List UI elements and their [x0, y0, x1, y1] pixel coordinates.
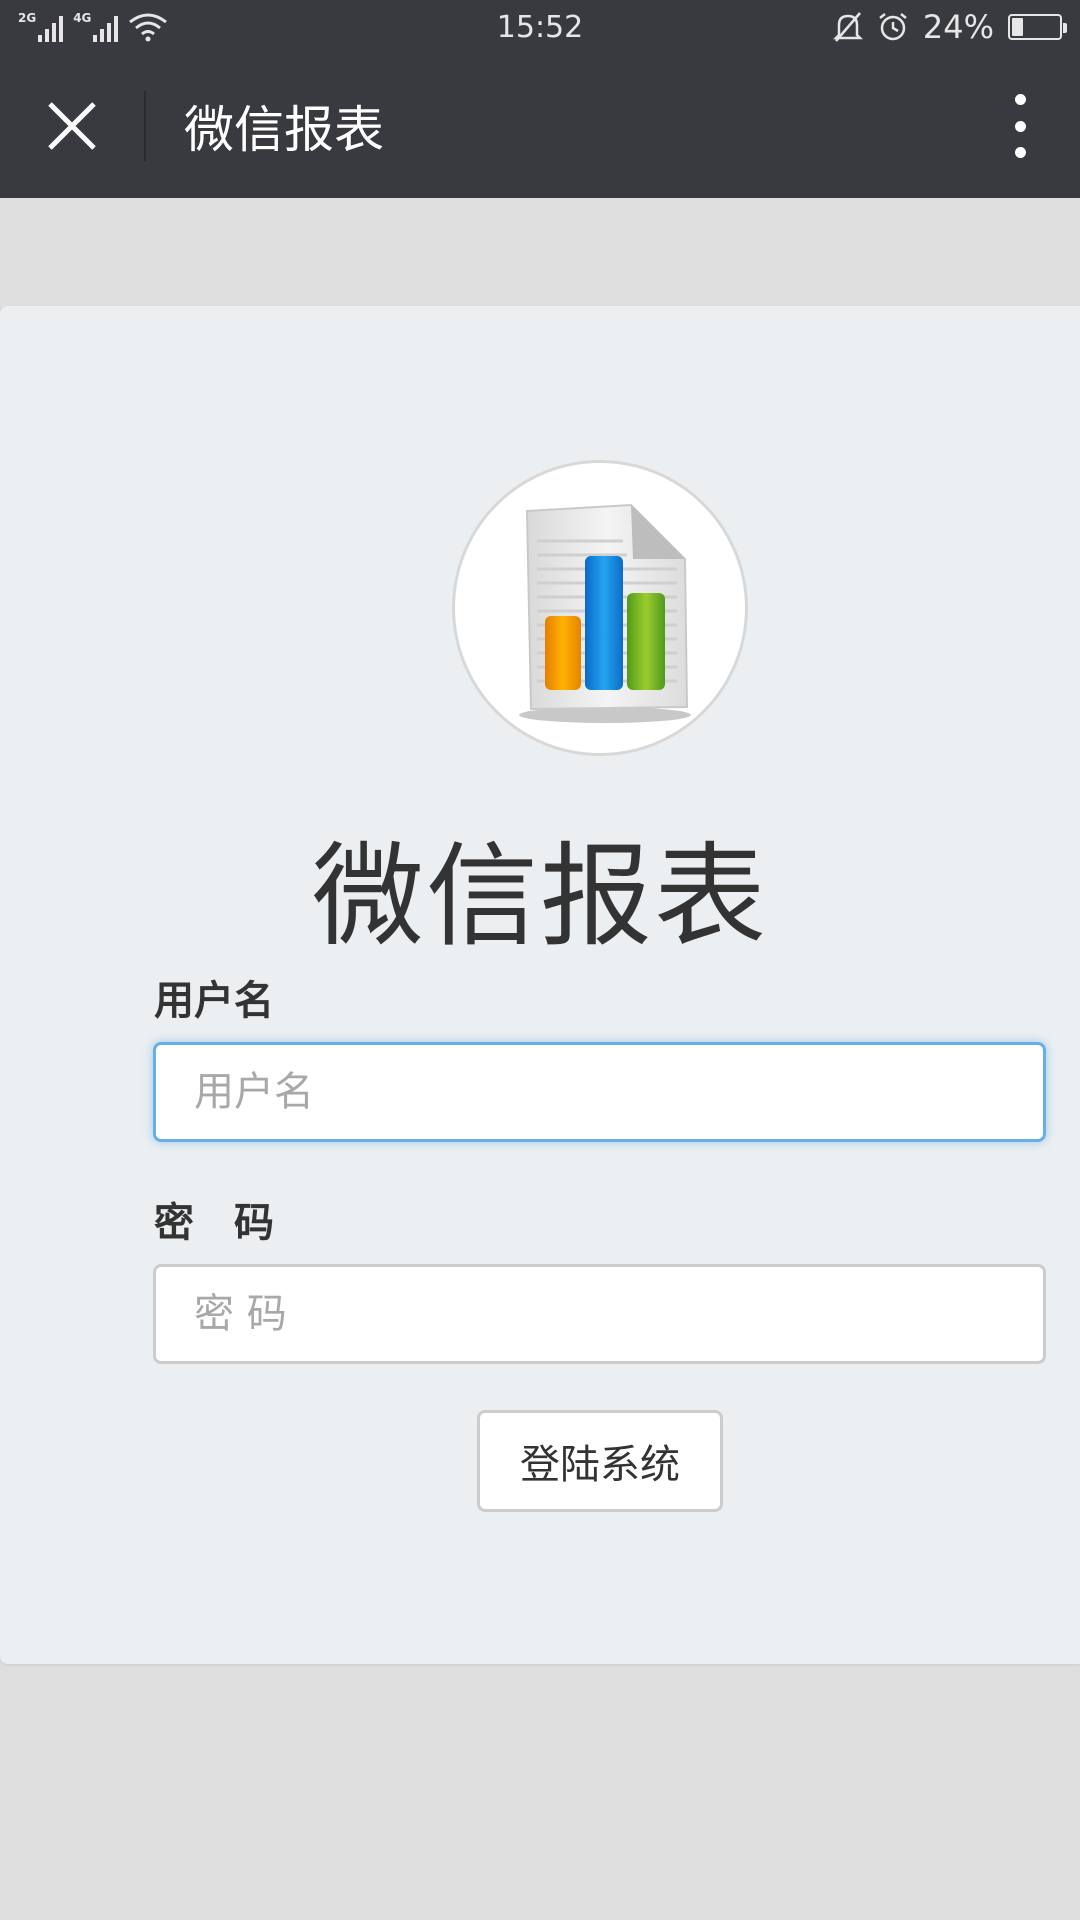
- password-label: 密 码: [154, 1200, 274, 1246]
- signal-icon: [93, 16, 119, 42]
- status-left: 2G 4G: [18, 12, 168, 42]
- app-title: 微信报表: [312, 832, 768, 962]
- close-button[interactable]: [0, 54, 144, 198]
- signal-icon: [38, 16, 64, 42]
- signal-4g: 4G: [73, 11, 119, 42]
- report-chart-icon: [519, 503, 691, 723]
- alarm-icon: [879, 13, 907, 41]
- battery-level: [1012, 18, 1023, 36]
- password-input[interactable]: [153, 1264, 1046, 1364]
- signal-2g: 2G: [18, 11, 64, 42]
- chart-bar-blue: [585, 556, 623, 690]
- close-icon: [48, 102, 96, 150]
- battery-icon: [1008, 14, 1067, 40]
- bell-muted-icon: [832, 12, 863, 42]
- status-right: 24%: [832, 8, 1067, 46]
- login-button[interactable]: 登陆系统: [477, 1410, 723, 1512]
- network-2g-label: 2G: [18, 11, 37, 25]
- username-input[interactable]: [153, 1042, 1046, 1142]
- network-4g-label: 4G: [73, 11, 92, 25]
- battery-percent: 24%: [922, 8, 994, 46]
- title-bar: 微信报表: [0, 54, 1080, 198]
- status-bar: 2G 4G 15:52 24%: [0, 0, 1080, 54]
- login-card: 微信报表 用户名 密 码 登陆系统: [0, 306, 1080, 1664]
- page-title: 微信报表: [184, 101, 384, 159]
- app-logo: [452, 460, 748, 756]
- chart-bar-green: [627, 593, 665, 690]
- chart-bar-orange: [545, 616, 581, 690]
- title-divider: [144, 91, 146, 161]
- wifi-icon: [129, 13, 168, 42]
- more-button[interactable]: [1000, 94, 1040, 158]
- username-label: 用户名: [154, 978, 274, 1024]
